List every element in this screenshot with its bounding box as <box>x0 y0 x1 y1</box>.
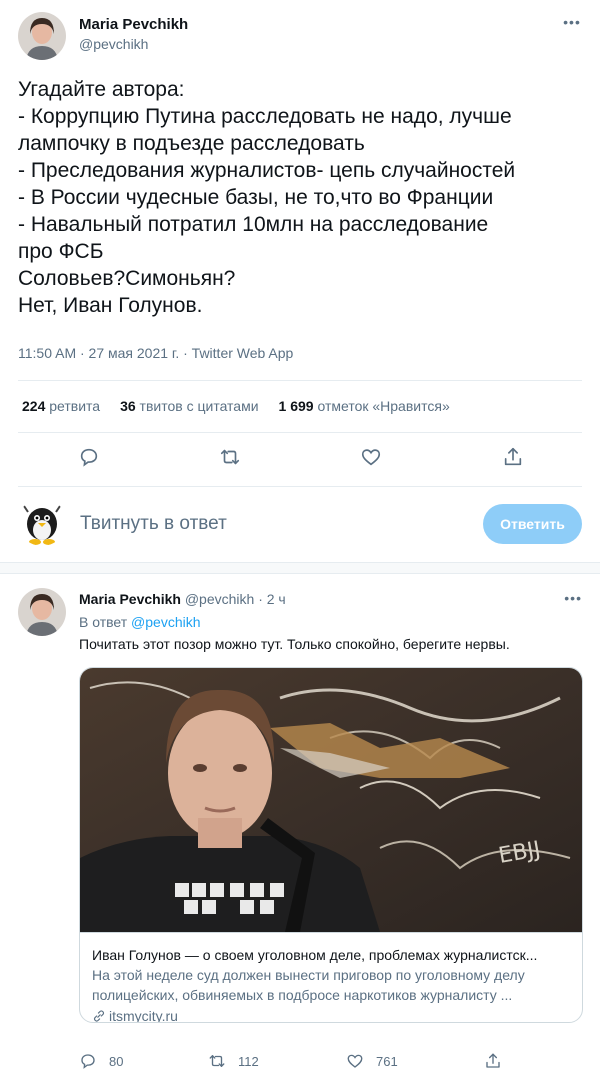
reply-action[interactable]: 80 <box>79 1052 123 1070</box>
retweets-count: 224 <box>22 398 46 414</box>
tweet-actions <box>0 446 600 468</box>
like-icon <box>347 1054 363 1068</box>
share-icon[interactable] <box>502 446 524 468</box>
tweet-text-line: - Преследования журналистов- цепь случай… <box>18 159 516 182</box>
tweet-text: Почитать этот позор можно тут. Только сп… <box>79 636 510 652</box>
link-card[interactable]: EBJJ Иван Голунов — о своем уголовном де… <box>79 667 583 1023</box>
tweet-text-line: лампочку в подъезде расследовать <box>18 132 365 155</box>
divider <box>18 486 582 487</box>
share-action[interactable] <box>484 1052 514 1070</box>
in-reply-prefix: В ответ <box>79 614 128 630</box>
tweet-stats: 224 ретвита 36 твитов с цитатами 1 699 о… <box>22 398 470 414</box>
tweet-text-line: Угадайте автора: <box>18 78 185 101</box>
user-avatar[interactable] <box>18 498 66 546</box>
divider <box>18 380 582 381</box>
like-icon[interactable] <box>360 446 382 468</box>
like-action[interactable]: 761 <box>346 1052 398 1070</box>
likes-count: 1 699 <box>278 398 314 414</box>
avatar-image <box>18 498 66 546</box>
card-domain-text: itsmycity.ru <box>109 1008 178 1023</box>
card-body: Иван Голунов — о своем уголовном деле, п… <box>80 932 582 1023</box>
author-name[interactable]: Maria Pevchikh <box>79 16 188 33</box>
reply-icon <box>81 1054 95 1069</box>
retweets-count: 112 <box>238 1053 259 1069</box>
card-description-line: На этой неделе суд должен вынести пригов… <box>92 967 525 983</box>
avatar-image <box>18 588 66 636</box>
tweet-text-line: - Коррупцию Путина расследовать не надо,… <box>18 105 512 128</box>
retweets-stat[interactable]: 224 ретвита <box>22 398 100 414</box>
quotes-stat[interactable]: 36 твитов с цитатами <box>120 398 258 414</box>
author-name[interactable]: Maria Pevchikh <box>79 591 181 607</box>
reply-input[interactable]: Твитнуть в ответ <box>80 513 227 535</box>
reply-tweet[interactable]: Maria Pevchikh @pevchikh · 2 ч ••• В отв… <box>0 574 600 1083</box>
tweet-text-line: - Навальный потратил 10млн на расследова… <box>18 213 489 236</box>
card-image: EBJJ <box>80 668 582 932</box>
divider <box>18 432 582 433</box>
replies-count: 80 <box>109 1053 124 1069</box>
author-handle[interactable]: @pevchikh <box>79 36 148 52</box>
share-icon <box>486 1053 500 1068</box>
main-tweet: Maria Pevchikh @pevchikh ••• Угадайте ав… <box>0 0 600 560</box>
tweet-time[interactable]: · 2 ч <box>258 591 286 607</box>
in-reply-mention[interactable]: @pevchikh <box>131 614 200 630</box>
retweet-action[interactable]: 112 <box>208 1052 259 1070</box>
more-horizontal-icon[interactable]: ••• <box>562 14 582 30</box>
tweet-text-line: - В России чудесные базы, не то,что во Ф… <box>18 186 494 209</box>
tweet-text-line: Нет, Иван Голунов. <box>18 294 203 317</box>
quotes-count: 36 <box>120 398 136 414</box>
author-avatar[interactable] <box>18 588 66 636</box>
avatar-image <box>18 12 66 60</box>
author-avatar[interactable] <box>18 12 66 60</box>
card-description: На этой неделе суд должен вынести пригов… <box>92 965 572 1005</box>
tweet-actions: 80 112 761 <box>79 1052 583 1072</box>
reply-submit-button[interactable]: Ответить <box>483 504 582 544</box>
quotes-label: твитов с цитатами <box>139 398 259 414</box>
section-separator <box>0 562 600 574</box>
in-reply-to: В ответ @pevchikh <box>79 614 201 630</box>
likes-count: 761 <box>376 1053 398 1069</box>
tweet-timestamp[interactable]: 11:50 AM · 27 мая 2021 г. · Twitter Web … <box>18 345 293 361</box>
retweet-icon[interactable] <box>219 446 241 468</box>
likes-stat[interactable]: 1 699 отметок «Нравится» <box>279 398 450 414</box>
author-handle[interactable]: @pevchikh <box>185 591 254 607</box>
link-icon <box>93 1010 105 1022</box>
card-description-line: полицейских, обвиняемых в подбросе нарко… <box>92 987 513 1003</box>
tweet-text: Угадайте автора: - Коррупцию Путина расс… <box>18 76 588 319</box>
reply-composer: Твитнуть в ответ Ответить <box>0 490 600 560</box>
likes-label: отметок «Нравится» <box>317 398 450 414</box>
reply-icon[interactable] <box>78 446 100 468</box>
card-title: Иван Голунов — о своем уголовном деле, п… <box>92 947 538 963</box>
card-domain: itsmycity.ru <box>92 1005 572 1023</box>
retweet-icon <box>209 1055 225 1067</box>
retweets-label: ретвита <box>49 398 101 414</box>
reply-header: Maria Pevchikh @pevchikh · 2 ч <box>79 591 286 607</box>
tweet-text-line: про ФСБ <box>18 240 104 263</box>
tweet-text-line: Соловьев?Симоньян? <box>18 267 236 290</box>
more-horizontal-icon[interactable]: ••• <box>564 590 582 606</box>
